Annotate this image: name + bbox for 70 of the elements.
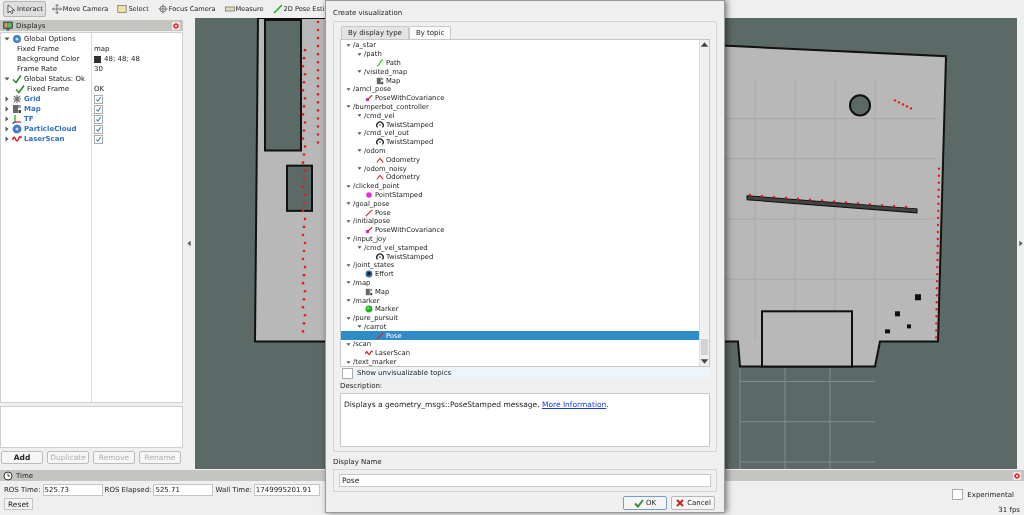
wave-icon [365,349,373,358]
line-icon [376,331,384,340]
gear-icon [12,124,22,134]
tree-arrow-icon[interactable] [346,104,351,110]
tree-arrow-icon[interactable] [4,96,10,102]
checkbox[interactable] [94,104,103,114]
crosshair-icon [157,4,168,14]
map-icon [12,104,22,114]
scroll-up-icon[interactable] [700,40,709,49]
cursor-icon [6,4,16,14]
tree-arrow-icon[interactable] [346,218,351,224]
checkbox[interactable] [952,489,964,500]
wave-icon [12,134,22,144]
checkbox[interactable] [94,94,103,104]
tree-arrow-icon[interactable] [346,342,351,347]
checkbox[interactable] [342,367,353,379]
curve-icon [376,59,384,67]
tree-arrow-icon[interactable] [357,130,362,136]
tree-arrow-icon[interactable] [346,298,351,303]
close-icon[interactable] [1013,471,1021,480]
collapse-left-icon[interactable] [187,240,191,247]
move-icon [51,4,62,14]
tree-arrow-icon[interactable] [357,51,362,57]
tree-arrow-icon[interactable] [346,42,351,48]
checkbox[interactable] [94,124,103,134]
tree-arrow-icon[interactable] [346,236,351,242]
tree-arrow-icon[interactable] [346,359,351,365]
ball-icon [365,305,373,314]
map-icon [365,287,373,296]
tree-arrow-icon[interactable] [346,86,351,92]
tree-arrow-icon[interactable] [4,136,10,142]
tree-arrow-icon[interactable] [4,116,10,122]
tree-arrow-icon[interactable] [357,166,362,172]
tree-arrow-icon[interactable] [346,201,351,207]
scrollbar-thumb[interactable] [701,339,708,355]
axes-icon [12,114,22,124]
close-icon[interactable] [172,21,180,30]
ruler-icon [224,4,235,14]
gauge-icon [376,120,384,129]
tree-arrow-icon[interactable] [4,126,10,132]
gauge-icon [376,252,384,261]
arrow-icon [365,226,373,235]
checkmark-icon [633,498,644,508]
gear-icon [12,34,22,44]
tree-arrow-icon[interactable] [357,148,362,154]
arrow-icon [365,94,373,103]
tree-arrow-icon[interactable] [4,36,10,42]
tree-arrow-icon[interactable] [346,280,351,286]
dot-icon [365,190,373,199]
clock-icon [3,470,13,481]
tree-arrow-icon[interactable] [346,262,351,268]
checkbox[interactable] [94,134,103,144]
checkbox[interactable] [94,114,103,124]
map-icon [376,76,384,85]
tree-arrow-icon[interactable] [4,106,10,112]
circle-icon [365,270,373,279]
tree-arrow-icon[interactable] [4,76,10,82]
line-icon [365,208,373,217]
tree-arrow-icon[interactable] [357,245,362,251]
cross-icon [675,498,686,508]
tree-arrow-icon[interactable] [346,183,351,189]
scrollbar[interactable] [699,40,709,366]
grid-icon [12,94,22,104]
selection-box-icon [117,4,128,14]
tree-arrow-icon[interactable] [357,324,362,330]
tree-arrow-icon[interactable] [346,315,351,321]
monitor-icon [3,20,13,31]
tree-arrow-icon[interactable] [357,113,362,119]
gauge-icon [376,138,384,147]
tree-arrow-icon[interactable] [357,69,362,75]
